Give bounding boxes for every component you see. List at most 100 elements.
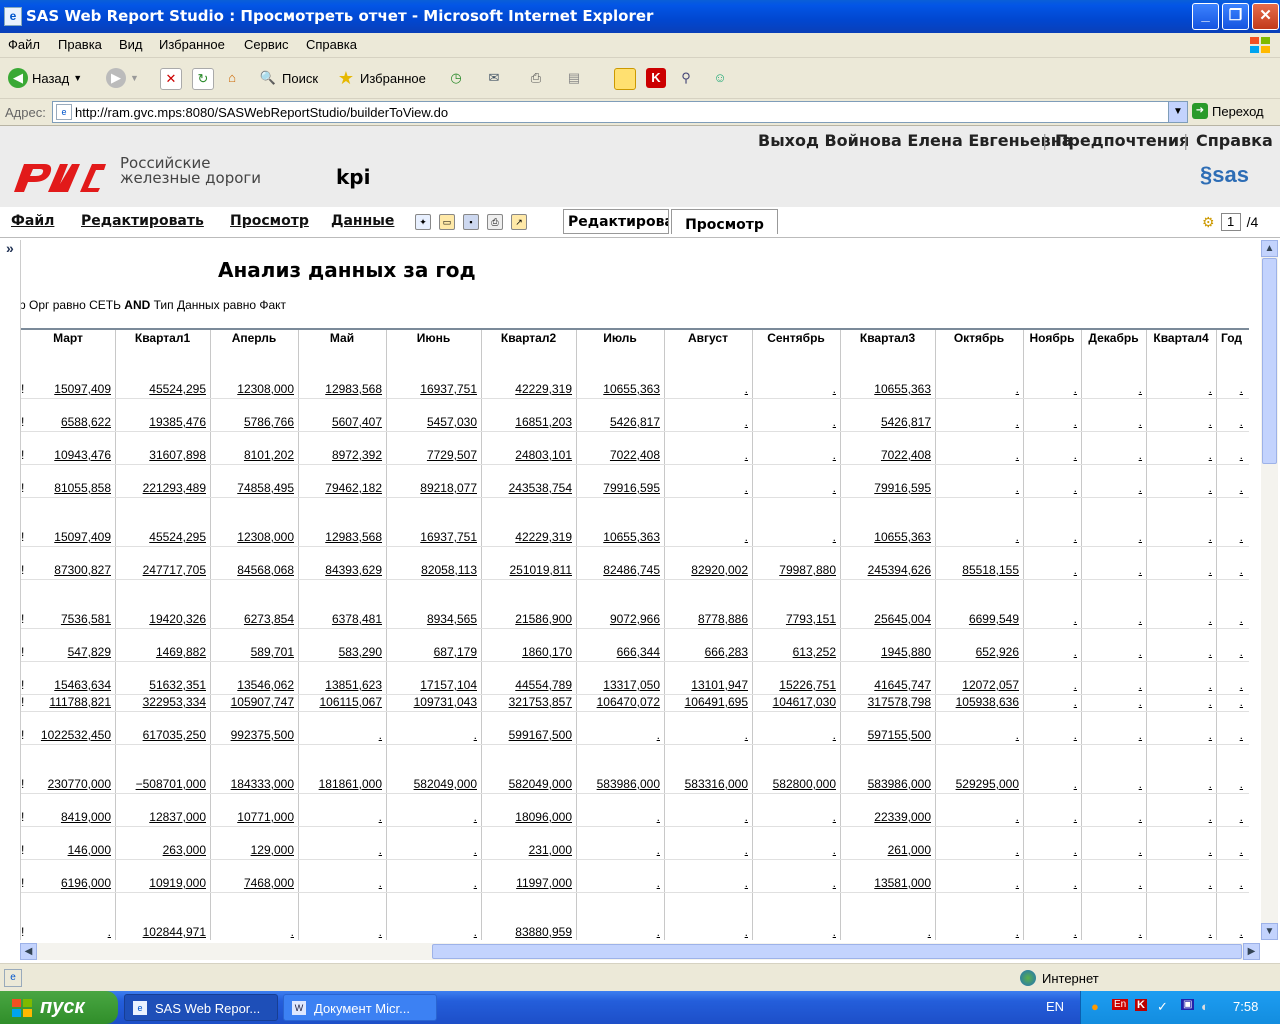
- table-cell[interactable]: 42229,319: [481, 382, 572, 396]
- table-cell[interactable]: .: [1146, 415, 1212, 429]
- table-cell[interactable]: .: [1023, 563, 1077, 577]
- table-cell[interactable]: .: [1216, 843, 1243, 857]
- notes-icon[interactable]: [614, 68, 636, 90]
- table-cell[interactable]: 5426,817: [840, 415, 931, 429]
- table-cell[interactable]: .: [1081, 530, 1142, 544]
- preferences-link[interactable]: Предпочтения: [1055, 131, 1189, 150]
- scroll-right-icon[interactable]: ▶: [1243, 943, 1260, 960]
- table-cell[interactable]: 582049,000: [481, 777, 572, 791]
- table-cell[interactable]: 15226,751: [752, 678, 836, 692]
- table-cell[interactable]: 589,701: [210, 645, 294, 659]
- address-input[interactable]: e http://ram.gvc.mps:8080/SASWebReportSt…: [52, 101, 1188, 123]
- table-cell[interactable]: .: [1081, 810, 1142, 824]
- table-cell[interactable]: 105907,747: [210, 695, 294, 709]
- table-cell[interactable]: .: [1216, 777, 1243, 791]
- table-cell[interactable]: .: [1146, 645, 1212, 659]
- table-cell[interactable]: .: [935, 415, 1019, 429]
- table-cell[interactable]: .: [664, 415, 748, 429]
- table-cell[interactable]: .: [1146, 925, 1212, 939]
- horizontal-scroll-thumb[interactable]: [432, 944, 1242, 959]
- history-icon[interactable]: ◷: [446, 68, 466, 88]
- table-cell[interactable]: .: [1216, 645, 1243, 659]
- print-icon[interactable]: ⎙: [487, 214, 503, 230]
- table-cell[interactable]: .: [935, 728, 1019, 742]
- table-cell[interactable]: .: [840, 925, 931, 939]
- column-header[interactable]: Июнь: [386, 331, 481, 345]
- table-cell[interactable]: .: [664, 382, 748, 396]
- table-cell[interactable]: 7729,507: [386, 448, 477, 462]
- table-cell[interactable]: 10943,476: [21, 448, 111, 462]
- table-cell[interactable]: .: [1023, 678, 1077, 692]
- table-cell[interactable]: 5426,817: [576, 415, 660, 429]
- table-cell[interactable]: 7793,151: [752, 612, 836, 626]
- table-cell[interactable]: 322953,334: [115, 695, 206, 709]
- table-cell[interactable]: .: [935, 481, 1019, 495]
- table-cell[interactable]: 84393,629: [298, 563, 382, 577]
- table-cell[interactable]: 41645,747: [840, 678, 931, 692]
- table-cell[interactable]: 8778,886: [664, 612, 748, 626]
- table-cell[interactable]: .: [1081, 563, 1142, 577]
- table-cell[interactable]: 15097,409: [21, 382, 111, 396]
- tab-edit[interactable]: Редактироват: [563, 209, 669, 234]
- table-cell[interactable]: .: [1023, 530, 1077, 544]
- table-cell[interactable]: 10919,000: [115, 876, 206, 890]
- table-cell[interactable]: .: [1216, 876, 1243, 890]
- column-header[interactable]: Год: [1216, 331, 1247, 345]
- table-cell[interactable]: 51632,351: [115, 678, 206, 692]
- menu-file[interactable]: Файл: [8, 37, 40, 52]
- sas-menu-file[interactable]: Файл: [11, 213, 54, 229]
- table-cell[interactable]: .: [935, 448, 1019, 462]
- table-cell[interactable]: .: [1146, 876, 1212, 890]
- table-cell[interactable]: 6196,000: [21, 876, 111, 890]
- table-cell[interactable]: .: [752, 530, 836, 544]
- table-cell[interactable]: .: [752, 876, 836, 890]
- mail-icon[interactable]: ✉: [484, 68, 504, 88]
- table-cell[interactable]: .: [298, 728, 382, 742]
- table-cell[interactable]: 261,000: [840, 843, 931, 857]
- table-cell[interactable]: 16851,203: [481, 415, 572, 429]
- table-cell[interactable]: 82486,745: [576, 563, 660, 577]
- table-cell[interactable]: 8101,202: [210, 448, 294, 462]
- menu-favorites[interactable]: Избранное: [159, 37, 225, 52]
- table-cell[interactable]: 16937,751: [386, 530, 477, 544]
- table-cell[interactable]: .: [1081, 382, 1142, 396]
- table-cell[interactable]: 21586,900: [481, 612, 572, 626]
- table-cell[interactable]: 13581,000: [840, 876, 931, 890]
- table-cell[interactable]: .: [1081, 695, 1142, 709]
- table-cell[interactable]: .: [1216, 530, 1243, 544]
- table-cell[interactable]: .: [1146, 728, 1212, 742]
- table-cell[interactable]: 104617,030: [752, 695, 836, 709]
- table-cell[interactable]: .: [576, 810, 660, 824]
- table-cell[interactable]: .: [386, 876, 477, 890]
- open-folder-icon[interactable]: ▭: [439, 214, 455, 230]
- table-cell[interactable]: 231,000: [481, 843, 572, 857]
- table-cell[interactable]: 84568,068: [210, 563, 294, 577]
- taskbar-item-word[interactable]: W Документ Micr...: [283, 994, 437, 1021]
- table-cell[interactable]: .: [1216, 695, 1243, 709]
- table-cell[interactable]: 12983,568: [298, 382, 382, 396]
- table-cell[interactable]: .: [1146, 530, 1212, 544]
- table-cell[interactable]: .: [1216, 481, 1243, 495]
- table-cell[interactable]: .: [1216, 448, 1243, 462]
- table-cell[interactable]: 221293,489: [115, 481, 206, 495]
- table-cell[interactable]: 79916,595: [840, 481, 931, 495]
- table-cell[interactable]: .: [664, 810, 748, 824]
- table-cell[interactable]: 18096,000: [481, 810, 572, 824]
- table-cell[interactable]: .: [1081, 876, 1142, 890]
- help-link[interactable]: Справка: [1196, 131, 1273, 150]
- table-cell[interactable]: 81055,858: [21, 481, 111, 495]
- export-icon[interactable]: ↗: [511, 214, 527, 230]
- messenger-icon[interactable]: ☺: [710, 68, 730, 88]
- table-cell[interactable]: .: [1216, 810, 1243, 824]
- table-cell[interactable]: 5457,030: [386, 415, 477, 429]
- table-cell[interactable]: 22339,000: [840, 810, 931, 824]
- column-header[interactable]: Квартал2: [481, 331, 576, 345]
- save-icon[interactable]: ▪: [463, 214, 479, 230]
- tray-app-icon[interactable]: ▣: [1181, 999, 1195, 1010]
- table-cell[interactable]: 582800,000: [752, 777, 836, 791]
- expand-panel-icon[interactable]: »: [6, 240, 14, 256]
- table-cell[interactable]: 74858,495: [210, 481, 294, 495]
- logout-link[interactable]: Выход Войнова Елена Евгеньевна: [758, 131, 1073, 150]
- table-cell[interactable]: 19385,476: [115, 415, 206, 429]
- sas-menu-data[interactable]: Данные: [331, 213, 394, 229]
